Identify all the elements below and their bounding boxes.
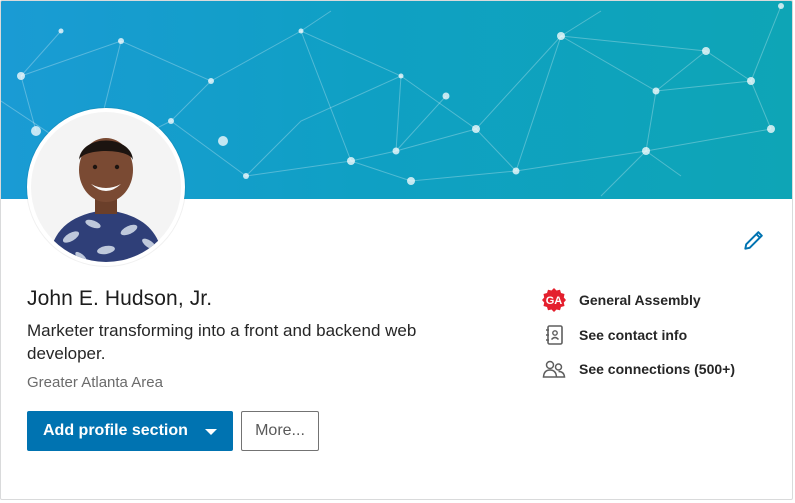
- avatar-image: [31, 112, 181, 262]
- sidebar-item-label: General Assembly: [579, 292, 701, 308]
- edit-intro-button[interactable]: [741, 227, 767, 253]
- sidebar-item-connections[interactable]: See connections (500+): [541, 356, 735, 382]
- add-profile-section-label: Add profile section: [43, 422, 188, 439]
- sidebar-item-label: See connections (500+): [579, 361, 736, 377]
- profile-location: Greater Atlanta Area: [27, 374, 163, 391]
- more-button[interactable]: More...: [241, 411, 319, 451]
- profile-name: John E. Hudson, Jr.: [27, 287, 213, 310]
- sidebar-item-contact-info[interactable]: See contact info: [541, 322, 687, 348]
- profile-card: John E. Hudson, Jr. Marketer transformin…: [0, 0, 793, 500]
- general-assembly-logo: GA: [541, 287, 567, 313]
- svg-text:GA: GA: [546, 295, 563, 307]
- sidebar-item-label: See contact info: [579, 327, 688, 343]
- pencil-icon: [744, 231, 763, 250]
- profile-photo[interactable]: [27, 108, 185, 266]
- people-icon: [541, 356, 567, 382]
- add-profile-section-button[interactable]: Add profile section: [27, 411, 233, 451]
- sidebar-item-education[interactable]: GA General Assembly: [541, 287, 701, 313]
- contact-card-icon: [541, 322, 567, 348]
- profile-headline: Marketer transforming into a front and b…: [27, 321, 417, 363]
- caret-down-icon: [205, 429, 217, 435]
